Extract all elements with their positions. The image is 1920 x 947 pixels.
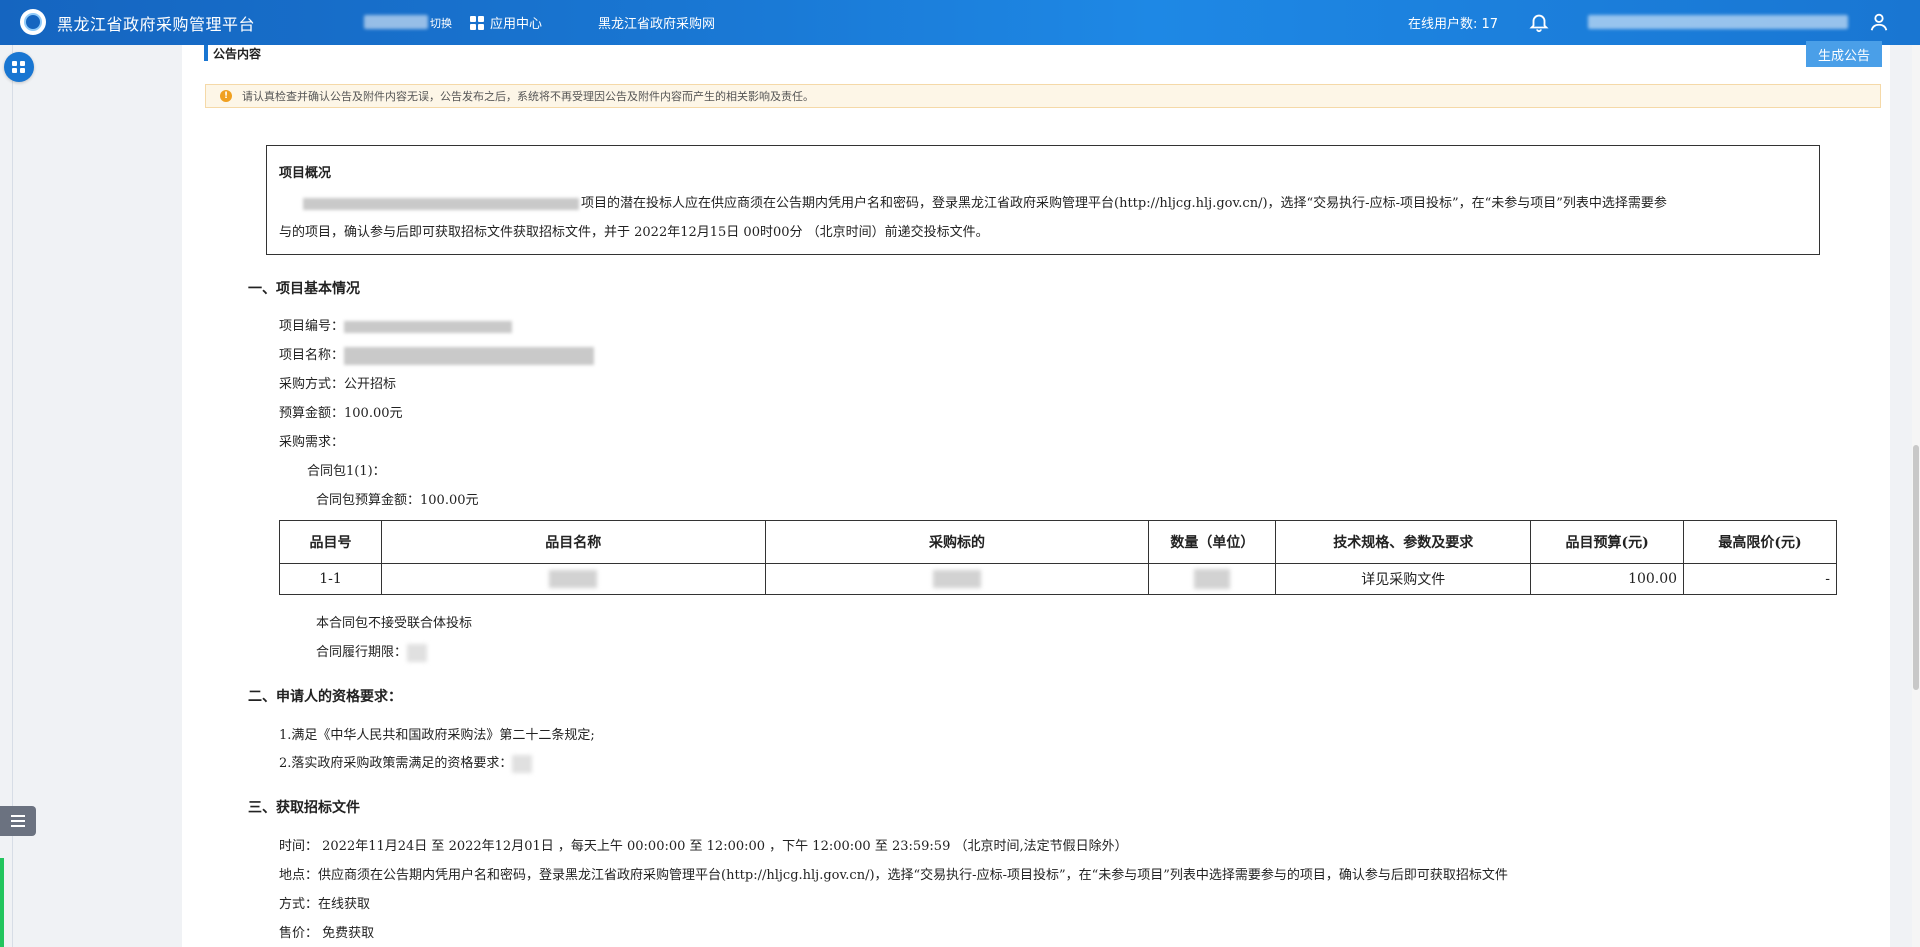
column-header: 采购标的	[764, 520, 1150, 564]
warning-notice: ! 请认真检查并确认公告及附件内容无误，公告发布之后，系统将不再受理因公告及附件…	[205, 84, 1881, 108]
max-price-cell: -	[1683, 563, 1837, 595]
budget-amount: 预算金额：100.00元	[279, 406, 403, 421]
redacted-qualification	[512, 754, 533, 773]
quantity-cell	[1148, 563, 1277, 595]
acquisition-method: 方式：在线获取	[279, 897, 371, 912]
procurement-method: 采购方式：公开招标	[279, 377, 397, 392]
redacted-subject	[933, 570, 982, 588]
qualification-item-2: 2.落实政府采购政策需满足的资格要求：	[279, 752, 533, 773]
column-header: 技术规格、参数及要求	[1275, 520, 1532, 564]
user-icon[interactable]	[1868, 10, 1890, 34]
warning-icon: !	[220, 90, 232, 102]
document-price: 售价： 免费获取	[279, 926, 375, 941]
contract-package-label: 合同包1(1)：	[307, 464, 386, 479]
menu-grid-button[interactable]	[4, 52, 34, 82]
project-number-row: 项目编号：	[279, 315, 514, 334]
spec-cell: 详见采购文件	[1275, 563, 1532, 595]
redacted-project-number	[344, 320, 513, 333]
overview-line-1-text: 项目的潜在投标人应在供应商须在公告期内凭用户名和密码，登录黑龙江省政府采购管理平…	[581, 196, 1667, 211]
item-number-cell: 1-1	[279, 563, 382, 595]
left-edge-accent	[0, 858, 4, 947]
redacted-contract-period	[407, 643, 428, 662]
column-header: 最高限价(元)	[1683, 520, 1837, 564]
item-budget-cell: 100.00	[1530, 563, 1685, 595]
procurement-site-link[interactable]: 黑龙江省政府采购网	[598, 13, 715, 32]
items-table: 品目号 品目名称 采购标的 数量（单位） 技术规格、参数及要求 品目预算(元) …	[279, 520, 1837, 595]
bell-icon[interactable]	[1528, 10, 1550, 34]
qualification-item-1: 1.满足《中华人民共和国政府采购法》第二十二条规定;	[279, 728, 595, 743]
app-center-link[interactable]: 应用中心	[470, 13, 542, 32]
column-header: 品目名称	[380, 520, 766, 564]
column-header: 品目号	[279, 520, 382, 564]
procurement-subject-cell	[764, 563, 1150, 595]
overview-line-1: 项目的潜在投标人应在供应商须在公告期内凭用户名和密码，登录黑龙江省政府采购管理平…	[303, 192, 1667, 211]
app-title: 黑龙江省政府采购管理平台	[57, 15, 256, 34]
redacted-project-name	[303, 197, 579, 210]
column-header: 品目预算(元)	[1530, 520, 1685, 564]
project-overview-box: 项目概况 项目的潜在投标人应在供应商须在公告期内凭用户名和密码，登录黑龙江省政府…	[266, 145, 1820, 255]
section-1-heading: 一、项目基本情况	[248, 281, 360, 297]
section-title-accent	[204, 45, 208, 61]
platform-logo-icon	[20, 9, 46, 35]
switch-org-link[interactable]: 切换	[430, 15, 452, 31]
redacted-project-name-value	[344, 346, 595, 365]
table-header-row: 品目号 品目名称 采购标的 数量（单位） 技术规格、参数及要求 品目预算(元) …	[279, 520, 1837, 564]
acquisition-place: 地点：供应商须在公告期内凭用户名和密码，登录黑龙江省政府采购管理平台(http:…	[279, 868, 1508, 883]
contract-period-row: 合同履行期限：	[316, 641, 428, 662]
overview-line-2: 与的项目，确认参与后即可获取招标文件获取招标文件，并于 2022年12月15日 …	[279, 225, 989, 240]
app-center-label: 应用中心	[490, 17, 543, 32]
notice-text: 请认真检查并确认公告及附件内容无误，公告发布之后，系统将不再受理因公告及附件内容…	[242, 90, 814, 103]
package-budget: 合同包预算金额：100.00元	[316, 493, 479, 508]
online-users-count: 在线用户数: 17	[1408, 17, 1499, 32]
section-2-heading: 二、申请人的资格要求：	[248, 689, 402, 705]
generate-announcement-button[interactable]: 生成公告	[1806, 41, 1882, 67]
contract-period-label: 合同履行期限：	[316, 645, 408, 660]
redacted-org-name	[364, 15, 428, 29]
section-3-heading: 三、获取招标文件	[248, 800, 360, 816]
redacted-user-info	[1588, 15, 1848, 29]
redacted-quantity	[1194, 569, 1231, 589]
overview-title: 项目概况	[279, 166, 332, 181]
section-title: 公告内容	[213, 47, 262, 61]
top-navigation-bar: 黑龙江省政府采购管理平台 切换 应用中心 黑龙江省政府采购网 在线用户数: 17	[0, 0, 1920, 45]
redacted-item-name	[549, 570, 598, 588]
project-name-label: 项目名称：	[279, 348, 345, 363]
grid-icon	[470, 15, 484, 30]
outline-toggle-button[interactable]	[0, 806, 36, 836]
project-name-row: 项目名称：	[279, 344, 596, 365]
acquisition-time: 时间： 2022年11月24日 至 2022年12月01日 ，每天上午 00:0…	[279, 839, 1128, 854]
list-icon	[11, 815, 25, 827]
column-header: 数量（单位）	[1148, 520, 1277, 564]
grid-icon	[12, 61, 26, 73]
no-consortium-note: 本合同包不接受联合体投标	[316, 616, 473, 631]
item-name-cell	[380, 563, 766, 595]
project-number-label: 项目编号：	[279, 319, 345, 334]
qualification-item-2-text: 2.落实政府采购政策需满足的资格要求：	[279, 756, 513, 771]
table-row: 1-1 详见采购文件 100.00 -	[279, 563, 1837, 595]
procurement-demand-label: 采购需求：	[279, 435, 345, 450]
scrollbar-thumb[interactable]	[1913, 445, 1919, 690]
